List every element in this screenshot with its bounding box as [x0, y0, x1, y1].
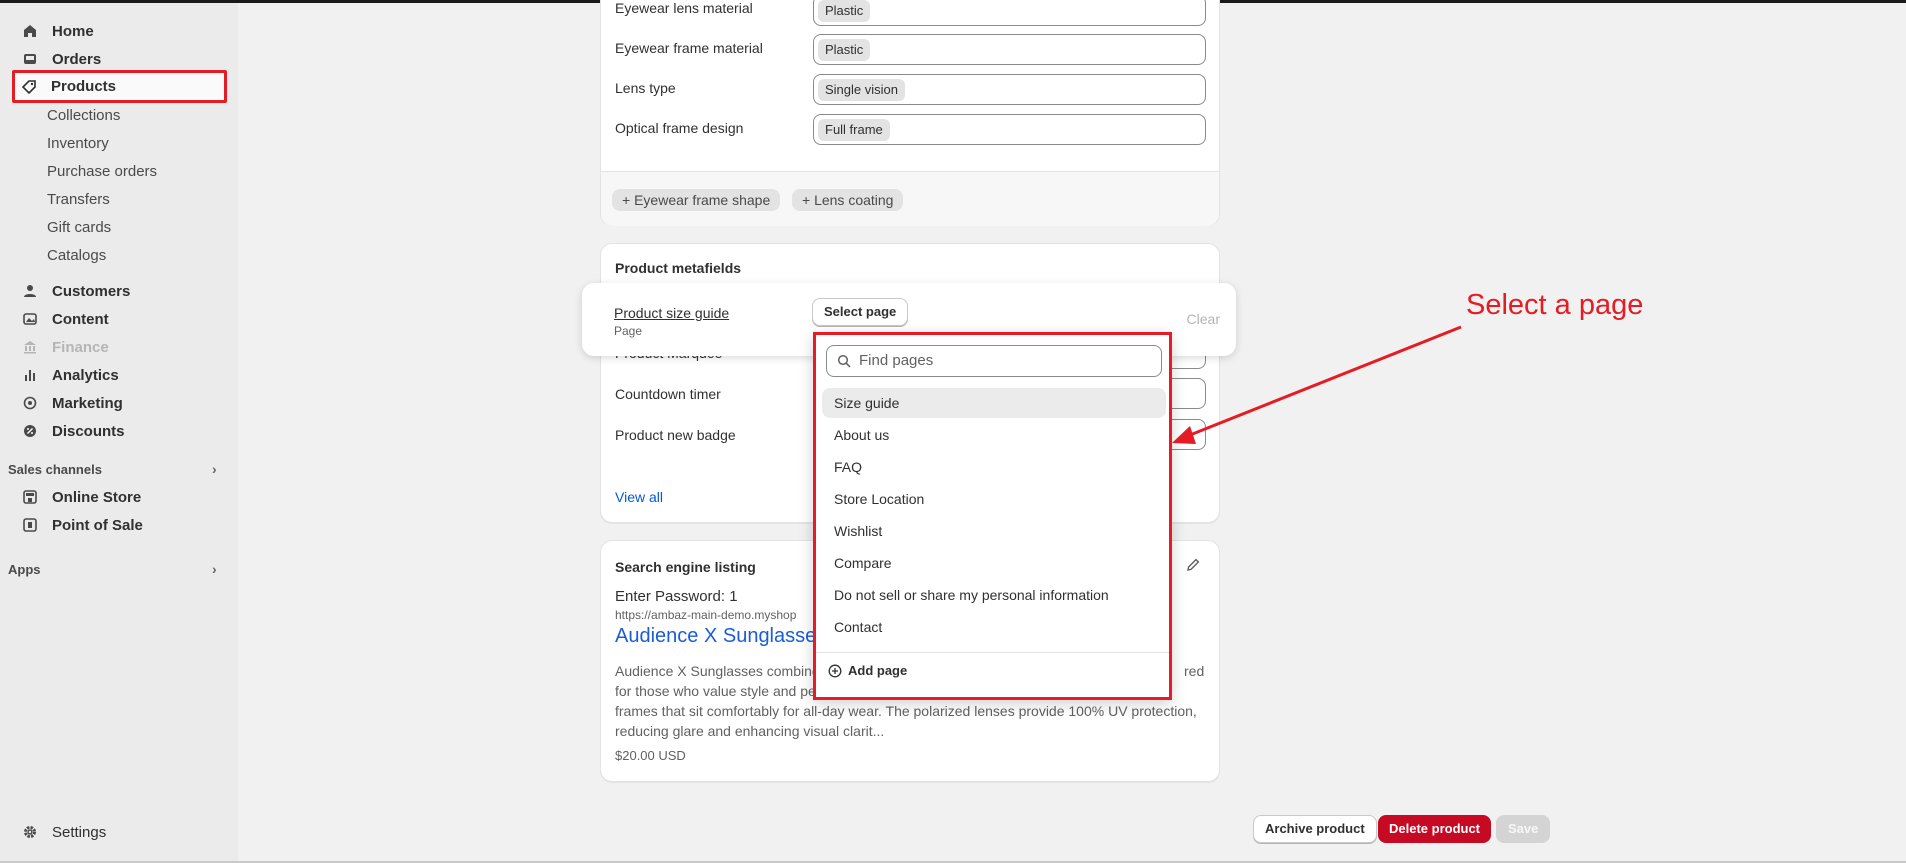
delete-product-button[interactable]: Delete product — [1378, 815, 1492, 843]
archive-product-button[interactable]: Archive product — [1253, 815, 1377, 843]
save-button[interactable]: Save — [1496, 815, 1551, 843]
annotation-label: Select a page — [1466, 289, 1644, 321]
annotation-arrow — [1172, 325, 1462, 444]
